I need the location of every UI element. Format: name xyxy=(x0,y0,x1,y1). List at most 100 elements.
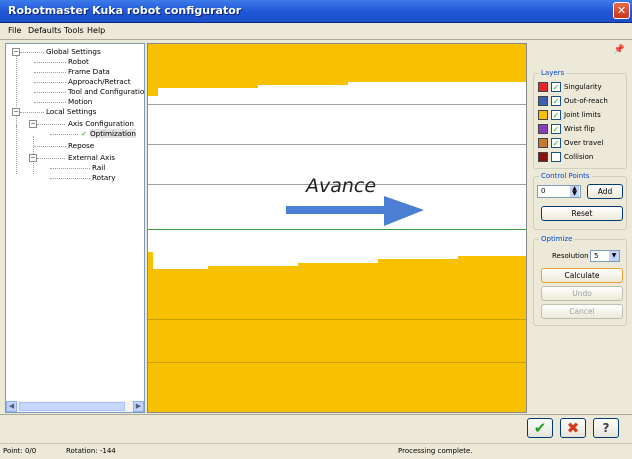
layer-label: Out-of-reach xyxy=(564,97,608,105)
layer-label: Singularity xyxy=(564,83,602,91)
expand-toggle[interactable]: − xyxy=(29,120,37,128)
checkbox[interactable]: ✓ xyxy=(551,124,561,134)
tree-item-frame-data[interactable]: Frame Data xyxy=(68,67,110,76)
tree-connector xyxy=(50,168,90,169)
color-swatch xyxy=(538,152,548,162)
joint-limit-band xyxy=(153,269,208,276)
tree-connector xyxy=(50,134,78,135)
tree-item-repose[interactable]: Repose xyxy=(68,141,94,150)
joint-limit-band xyxy=(148,276,526,412)
grid-line xyxy=(148,362,526,363)
close-button[interactable]: ✕ xyxy=(613,2,630,19)
tree-connector xyxy=(37,158,65,159)
expand-toggle[interactable]: − xyxy=(12,48,20,56)
control-points-title: Control Points xyxy=(539,172,592,180)
checkbox[interactable]: ✓ xyxy=(551,110,561,120)
reset-button[interactable]: Reset xyxy=(541,206,623,221)
scroll-left-icon[interactable]: ◀ xyxy=(6,401,17,412)
configuration-plot[interactable]: Avance xyxy=(147,43,527,413)
tree-connector xyxy=(34,62,66,63)
tree-connector xyxy=(34,72,66,73)
status-rotation: Rotation: -144 xyxy=(66,447,116,455)
tree-item-rotary[interactable]: Rotary xyxy=(92,173,116,182)
bottom-separator xyxy=(0,414,632,415)
checkbox[interactable]: ✓ xyxy=(551,82,561,92)
menu-file[interactable]: File xyxy=(8,26,21,35)
tree-item-external-axis[interactable]: External Axis xyxy=(68,153,115,162)
calculate-button[interactable]: Calculate xyxy=(541,268,623,283)
expand-toggle[interactable]: − xyxy=(29,154,37,162)
tree-connector xyxy=(34,146,66,147)
joint-limit-band xyxy=(148,82,258,88)
joint-limit-band xyxy=(258,82,348,85)
grid-line xyxy=(148,104,526,105)
joint-limit-band xyxy=(378,259,458,276)
layer-label: Over travel xyxy=(564,139,604,147)
tree-item-rail[interactable]: Rail xyxy=(92,163,105,172)
color-swatch xyxy=(538,82,548,92)
tree-item-motion[interactable]: Motion xyxy=(68,97,92,106)
optimize-title: Optimize xyxy=(539,235,575,243)
tree-item-approach-retract[interactable]: Approach/Retract xyxy=(68,77,131,86)
chevron-down-icon[interactable]: ▼ xyxy=(609,251,619,261)
tree-item-tool-configuration[interactable]: Tool and Configuratio xyxy=(68,87,144,96)
color-swatch xyxy=(538,96,548,106)
tree-connector xyxy=(34,92,66,93)
checkbox[interactable]: ✓ xyxy=(551,138,561,148)
add-button[interactable]: Add xyxy=(587,184,623,199)
grid-line xyxy=(148,144,526,145)
spinner-arrows-icon[interactable]: ▲ ▼ xyxy=(570,186,579,197)
menu-separator xyxy=(0,39,632,40)
joint-limit-band xyxy=(208,266,298,276)
plot-annotation: Avance xyxy=(306,175,377,197)
window-title: Robotmaster Kuka robot configurator xyxy=(8,4,242,17)
right-panel: 📌 Layers ✓ Singularity ✓ Out-of-reach ✓ … xyxy=(529,43,629,413)
ok-button[interactable]: ✔ xyxy=(527,418,553,438)
menu-help[interactable]: Help xyxy=(87,26,105,35)
tree-connector xyxy=(37,124,65,125)
tree-guide xyxy=(16,124,17,174)
control-point-spinner[interactable]: 0 ▲ ▼ xyxy=(537,185,581,198)
status-point: Point: 0/0 xyxy=(3,447,37,455)
joint-limit-band xyxy=(298,263,378,276)
menu-defaults[interactable]: Defaults xyxy=(28,26,61,35)
layers-group: Layers ✓ Singularity ✓ Out-of-reach ✓ Jo… xyxy=(533,69,627,169)
title-bar: Robotmaster Kuka robot configurator ✕ xyxy=(0,0,632,23)
checkbox[interactable]: ✓ xyxy=(551,96,561,106)
resolution-select[interactable]: 5 ▼ xyxy=(590,250,620,262)
tree-item-robot[interactable]: Robot xyxy=(68,57,89,66)
status-bar: Point: 0/0 Rotation: -144 Processing com… xyxy=(0,443,632,459)
pin-icon[interactable]: 📌 xyxy=(614,45,625,55)
tree-connector xyxy=(20,52,44,53)
layers-title: Layers xyxy=(539,69,567,77)
tree-connector xyxy=(34,82,66,83)
cancel-button[interactable]: ✖ xyxy=(560,418,586,438)
tree-horizontal-scrollbar[interactable]: ◀ ▶ xyxy=(6,401,144,412)
resolution-value: 5 xyxy=(594,252,599,260)
menu-tools[interactable]: Tools xyxy=(64,26,84,35)
help-button[interactable]: ? xyxy=(593,418,619,438)
joint-limit-band xyxy=(148,44,526,82)
checkbox[interactable] xyxy=(551,152,561,162)
tree-item-global-settings[interactable]: Global Settings xyxy=(46,47,101,56)
tree-connector xyxy=(20,112,44,113)
scroll-right-icon[interactable]: ▶ xyxy=(133,401,144,412)
arrow-right-icon xyxy=(286,196,424,226)
tree-item-optimization[interactable]: Optimization xyxy=(90,129,136,138)
tree-item-local-settings[interactable]: Local Settings xyxy=(46,107,96,116)
color-swatch xyxy=(538,124,548,134)
layer-label: Collision xyxy=(564,153,594,161)
joint-limit-band xyxy=(458,256,526,276)
status-message: Processing complete. xyxy=(398,447,473,455)
tree-connector xyxy=(34,102,66,103)
color-swatch xyxy=(538,110,548,120)
undo-button[interactable]: Undo xyxy=(541,286,623,301)
tree-item-axis-configuration[interactable]: Axis Configuration xyxy=(68,119,134,128)
scroll-thumb[interactable] xyxy=(19,402,125,411)
joint-limit-band xyxy=(148,88,158,96)
cancel-optimize-button[interactable]: Cancel xyxy=(541,304,623,319)
expand-toggle[interactable]: − xyxy=(12,108,20,116)
settings-tree[interactable]: − Global Settings Robot Frame Data Appro… xyxy=(5,43,145,413)
resolution-label: Resolution xyxy=(552,252,589,260)
layer-label: Wrist flip xyxy=(564,125,595,133)
